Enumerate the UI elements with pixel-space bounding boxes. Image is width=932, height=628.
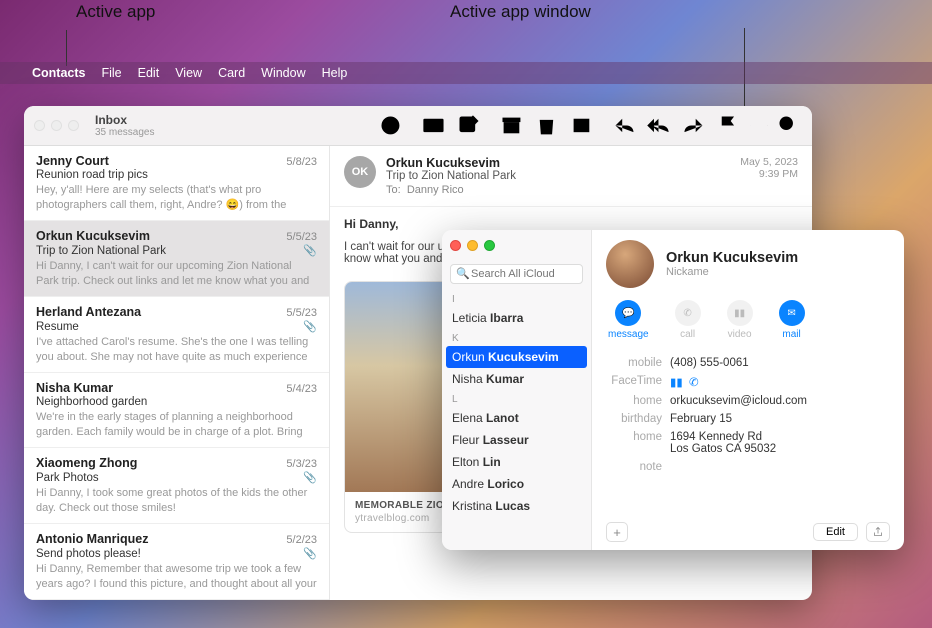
contact-field: FaceTime▮▮ ✆ bbox=[606, 372, 890, 392]
menu-card[interactable]: Card bbox=[218, 66, 245, 80]
contact-group-header: L bbox=[442, 390, 591, 407]
mail-traffic-lights[interactable] bbox=[34, 120, 79, 131]
sender-avatar: OK bbox=[344, 156, 376, 188]
contact-group-header: I bbox=[442, 290, 591, 307]
contact-row[interactable]: Elton Lin bbox=[442, 451, 591, 473]
edit-button[interactable]: Edit bbox=[813, 523, 858, 541]
junk-icon[interactable] bbox=[568, 112, 595, 139]
message-row[interactable]: Antonio Manriquez5/2/23 Send photos plea… bbox=[24, 524, 329, 600]
contact-field: note bbox=[606, 458, 890, 476]
contact-row[interactable]: Fleur Lasseur bbox=[442, 429, 591, 451]
inbox-count: 35 messages bbox=[95, 127, 355, 138]
add-field-button[interactable]: + bbox=[606, 522, 628, 542]
message-row[interactable]: Herland Antezana5/5/23 Resume📎 I've atta… bbox=[24, 297, 329, 373]
reader-to: Danny Rico bbox=[407, 184, 464, 196]
contact-field: homeorkucuksevim@icloud.com bbox=[606, 392, 890, 410]
reader-subject: Trip to Zion National Park bbox=[386, 170, 730, 182]
reply-icon[interactable] bbox=[611, 112, 638, 139]
contact-row[interactable]: Andre Lorico bbox=[442, 473, 591, 495]
contact-row[interactable]: Nisha Kumar bbox=[442, 368, 591, 390]
message-row[interactable]: Xiaomeng Zhong5/3/23 Park Photos📎 Hi Dan… bbox=[24, 448, 329, 524]
menu-window[interactable]: Window bbox=[261, 66, 305, 80]
callout-active-app: Active app bbox=[76, 2, 155, 21]
callout-line bbox=[66, 30, 67, 66]
message-button[interactable]: 💬message bbox=[608, 300, 649, 340]
contact-row[interactable]: Kristina Lucas bbox=[442, 495, 591, 517]
archive-icon[interactable] bbox=[498, 112, 525, 139]
search-glyph-icon: 🔍 bbox=[456, 267, 470, 280]
new-message-icon[interactable] bbox=[455, 112, 482, 139]
menu-bar: Contacts File Edit View Card Window Help bbox=[0, 62, 932, 84]
reader-greeting: Hi Danny, bbox=[344, 217, 798, 231]
attachment-icon: 📎 bbox=[303, 471, 317, 484]
mail-button[interactable]: ✉mail bbox=[779, 300, 805, 340]
contact-field: mobile(408) 555-0061 bbox=[606, 354, 890, 372]
reply-all-icon[interactable] bbox=[645, 112, 672, 139]
call-button[interactable]: ✆call bbox=[675, 300, 701, 340]
menu-help[interactable]: Help bbox=[322, 66, 348, 80]
contact-row[interactable]: Elena Lanot bbox=[442, 407, 591, 429]
contacts-traffic-lights[interactable] bbox=[450, 240, 495, 251]
contact-group-header: K bbox=[442, 329, 591, 346]
forward-icon[interactable] bbox=[680, 112, 707, 139]
message-list[interactable]: Jenny Court5/8/23 Reunion road trip pics… bbox=[24, 146, 330, 600]
reader-date: May 5, 2023 bbox=[740, 156, 798, 168]
reader-from: Orkun Kucuksevim bbox=[386, 156, 730, 170]
video-button[interactable]: ▮▮video bbox=[727, 300, 753, 340]
contact-field: birthdayFebruary 15 bbox=[606, 410, 890, 428]
contacts-window: 🔍 ILeticia IbarraKOrkun KucuksevimNisha … bbox=[442, 230, 904, 550]
menu-view[interactable]: View bbox=[175, 66, 202, 80]
filter-icon[interactable] bbox=[377, 112, 404, 139]
contact-name: Orkun Kucuksevim bbox=[666, 250, 798, 266]
contact-row[interactable]: Orkun Kucuksevim bbox=[446, 346, 587, 368]
message-row[interactable]: Nisha Kumar5/4/23 Neighborhood garden We… bbox=[24, 373, 329, 448]
attachment-icon: 📎 bbox=[303, 547, 317, 560]
menu-app-name[interactable]: Contacts bbox=[32, 66, 85, 80]
contacts-sidebar: 🔍 ILeticia IbarraKOrkun KucuksevimNisha … bbox=[442, 230, 592, 550]
reader-time: 9:39 PM bbox=[740, 168, 798, 180]
flag-icon[interactable] bbox=[715, 112, 742, 139]
inbox-title: Inbox bbox=[95, 113, 355, 127]
message-row[interactable]: Jenny Court5/8/23 Reunion road trip pics… bbox=[24, 146, 329, 221]
share-button[interactable] bbox=[866, 522, 890, 542]
mail-toolbar: Inbox 35 messages bbox=[24, 106, 812, 146]
reader-to-label: To: bbox=[386, 184, 401, 196]
attachment-icon: 📎 bbox=[303, 320, 317, 333]
contact-field: home1694 Kennedy RdLos Gatos CA 95032 bbox=[606, 428, 890, 458]
menu-file[interactable]: File bbox=[101, 66, 121, 80]
contact-detail: Orkun Kucuksevim Nickame 💬message ✆call … bbox=[592, 230, 904, 550]
contact-nickname: Nickame bbox=[666, 266, 798, 278]
trash-icon[interactable] bbox=[533, 112, 560, 139]
menu-edit[interactable]: Edit bbox=[138, 66, 160, 80]
callout-active-window: Active app window bbox=[450, 2, 591, 21]
message-row[interactable]: Orkun Kucuksevim5/5/23 Trip to Zion Nati… bbox=[24, 221, 329, 297]
attachment-icon: 📎 bbox=[303, 244, 317, 257]
contact-photo bbox=[606, 240, 654, 288]
contact-row[interactable]: Leticia Ibarra bbox=[442, 307, 591, 329]
compose-icon[interactable] bbox=[420, 112, 447, 139]
search-icon[interactable] bbox=[775, 112, 802, 139]
